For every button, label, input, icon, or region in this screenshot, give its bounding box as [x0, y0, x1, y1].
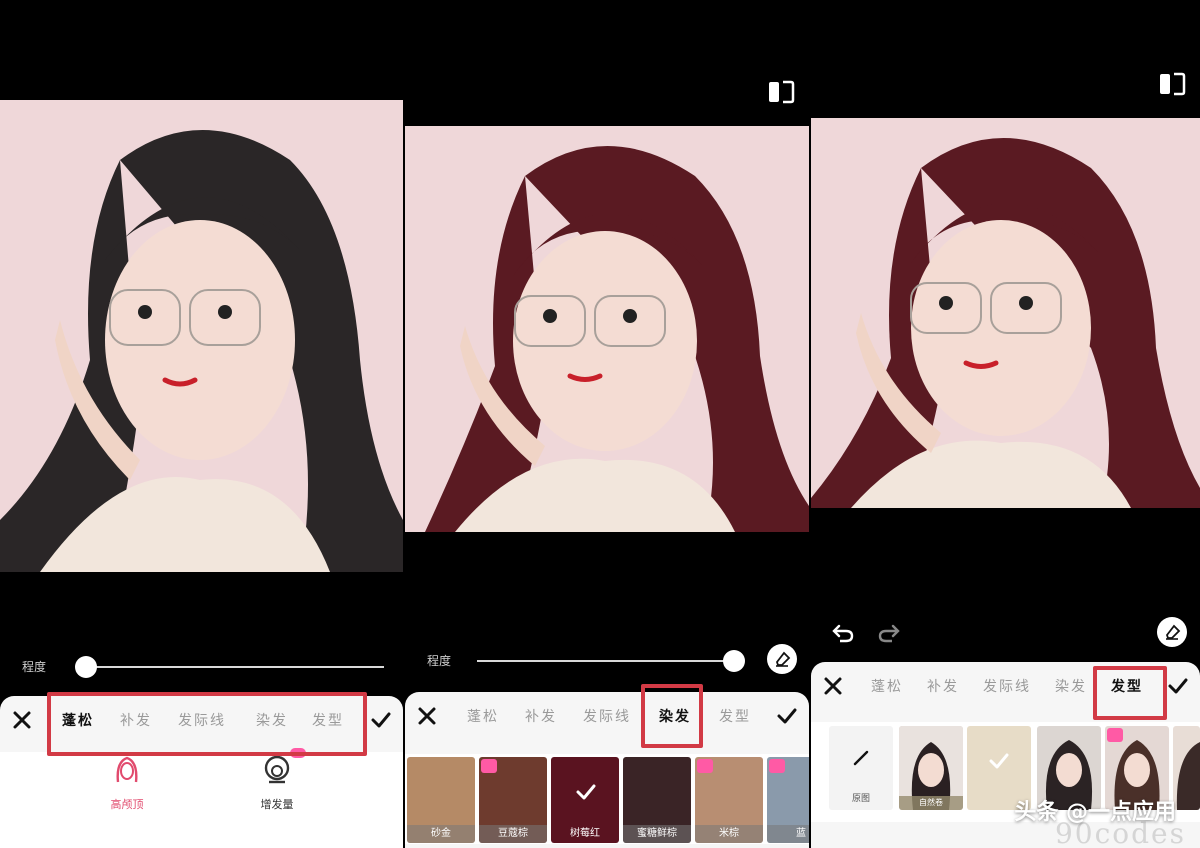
- portrait-illustration: [0, 100, 403, 572]
- pencil-icon: [853, 750, 869, 766]
- intensity-knob[interactable]: [75, 656, 97, 678]
- swatch-label: 蜜糖鲜棕: [623, 825, 691, 843]
- undo-icon[interactable]: [831, 622, 855, 644]
- bottom-sheet: 蓬松 补发 发际线 染发 发型 砂金 豆蔻棕 树莓红 蜜糖鲜棕 米棕 蓝: [405, 692, 809, 848]
- intensity-knob[interactable]: [723, 650, 745, 672]
- fluffy-tools: 高颅顶 增发量: [0, 748, 403, 848]
- swatch-cardamom-brown[interactable]: 豆蔻棕: [479, 757, 547, 843]
- source-watermark: 头条 @一点应用: [1014, 800, 1176, 825]
- style-label: 自然卷: [899, 796, 963, 810]
- highlight-box-dye-tab: [641, 684, 703, 748]
- highlight-box-hairstyle-tab: [1093, 666, 1167, 720]
- eraser-button[interactable]: [1157, 617, 1187, 647]
- intensity-label: 程度: [22, 660, 47, 674]
- intensity-label: 程度: [427, 654, 452, 668]
- redo-icon[interactable]: [877, 622, 901, 644]
- model-portrait: [1173, 726, 1200, 810]
- close-icon[interactable]: [10, 708, 34, 732]
- intensity-track[interactable]: [477, 660, 735, 662]
- confirm-check-icon[interactable]: [369, 708, 393, 732]
- portrait-photo: [405, 126, 809, 532]
- style-option-5[interactable]: [1173, 726, 1200, 810]
- vip-diamond-icon: [769, 759, 785, 773]
- swatch-label: 砂金: [407, 825, 475, 843]
- tool-high-crown-label: 高颅顶: [110, 798, 144, 811]
- tab-hairline[interactable]: 发际线: [983, 676, 1031, 696]
- tab-hairstyle[interactable]: 发型: [719, 706, 751, 726]
- close-icon[interactable]: [821, 674, 845, 698]
- tool-add-volume-label: 增发量: [260, 798, 294, 811]
- tab-hair-dye[interactable]: 染发: [1055, 676, 1087, 696]
- close-icon[interactable]: [415, 704, 439, 728]
- tab-fluffy[interactable]: 蓬松: [871, 676, 903, 696]
- swatch-rice-brown[interactable]: 米棕: [695, 757, 763, 843]
- selected-check-icon: [576, 784, 596, 800]
- highlight-box-tabs: [47, 692, 367, 756]
- swatch-label: 树莓红: [570, 828, 600, 839]
- swatch-honey-brown[interactable]: 蜜糖鲜棕: [623, 757, 691, 843]
- tool-high-crown[interactable]: 高颅顶: [82, 752, 172, 812]
- portrait-photo: [811, 118, 1200, 508]
- intensity-track[interactable]: [86, 666, 384, 668]
- portrait-photo: [0, 100, 403, 572]
- intensity-slider-row: 程度: [0, 652, 403, 682]
- tab-fill-hair[interactable]: 补发: [525, 706, 557, 726]
- compare-icon[interactable]: [1158, 70, 1186, 98]
- head-outline-icon: [116, 754, 138, 783]
- panel-hairstyle: 蓬松 补发 发际线 染发 发型 原图 自然卷 90codes 头条 @一点应用: [811, 0, 1200, 848]
- tab-fill-hair[interactable]: 补发: [927, 676, 959, 696]
- tool-add-volume[interactable]: 增发量: [232, 748, 322, 812]
- eraser-icon: [1165, 624, 1181, 640]
- swatch-label: 豆蔻棕: [479, 825, 547, 843]
- panel-before: 程度 蓬松 补发 发际线 染发 发型 高颅顶 增发量: [0, 0, 403, 848]
- swatch-sand-gold[interactable]: 砂金: [407, 757, 475, 843]
- portrait-illustration: [405, 126, 809, 532]
- swatch-blue[interactable]: 蓝: [767, 757, 809, 843]
- vip-diamond-icon: [481, 759, 497, 773]
- panel-hair-dye: 程度 蓬松 补发 发际线 染发 发型 砂金 豆蔻棕 树莓红 蜜糖鲜棕 米棕 蓝: [405, 0, 809, 848]
- eraser-button[interactable]: [767, 644, 797, 674]
- style-original[interactable]: 原图: [829, 726, 893, 810]
- selected-check-icon: [989, 753, 1009, 769]
- tab-fluffy[interactable]: 蓬松: [467, 706, 499, 726]
- portrait-illustration: [811, 118, 1200, 508]
- tab-hairline[interactable]: 发际线: [583, 706, 631, 726]
- tab-bar: 蓬松 补发 发际线 染发 发型: [405, 692, 809, 740]
- style-original-label: 原图: [851, 794, 870, 804]
- confirm-check-icon[interactable]: [775, 704, 799, 728]
- compare-icon[interactable]: [767, 78, 795, 106]
- swatch-label: 米棕: [695, 825, 763, 843]
- style-natural-curl[interactable]: 自然卷: [899, 726, 963, 810]
- confirm-check-icon[interactable]: [1166, 674, 1190, 698]
- vip-diamond-icon: [1107, 728, 1123, 742]
- swatch-raspberry-red[interactable]: 树莓红: [551, 757, 619, 843]
- eraser-icon: [775, 651, 791, 667]
- vip-diamond-icon: [697, 759, 713, 773]
- swatch-label: 蓝: [767, 825, 809, 843]
- dye-color-swatches: 砂金 豆蔻棕 树莓红 蜜糖鲜棕 米棕 蓝: [405, 754, 809, 844]
- hair-volume-icon: [264, 755, 290, 784]
- intensity-slider-row: 程度: [405, 644, 809, 676]
